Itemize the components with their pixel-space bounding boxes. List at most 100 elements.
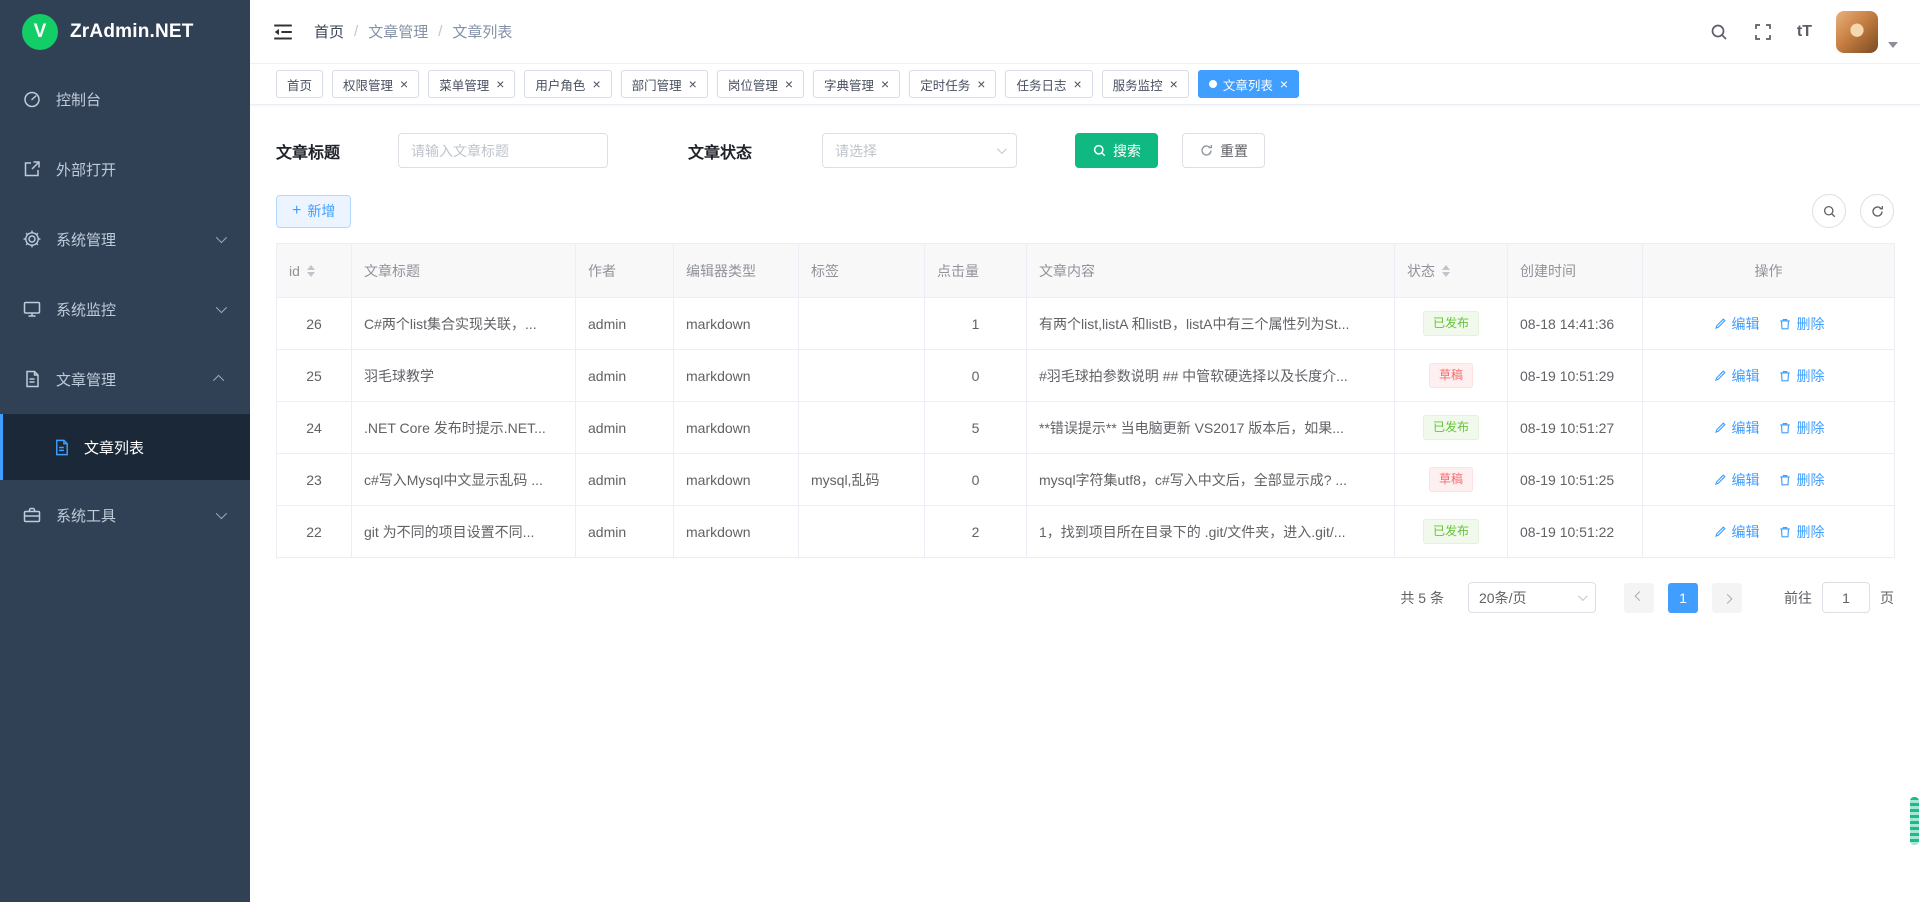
sidebar-item-article-list[interactable]: 文章列表 [0,414,250,480]
cell-tags [799,506,925,558]
sidebar-fold-icon[interactable] [272,21,294,43]
toggle-search-button[interactable] [1812,194,1846,228]
edit-button[interactable]: 编辑 [1713,470,1760,490]
column-header-editor: 编辑器类型 [674,244,799,298]
trash-icon [1778,473,1792,487]
tag-label: 部门管理 [632,75,682,94]
sidebar-item-article-manage[interactable]: 文章管理 [0,344,250,414]
tag-label: 文章列表 [1223,75,1273,94]
sidebar-item-external-open[interactable]: 外部打开 [0,134,250,204]
reset-button[interactable]: 重置 [1182,133,1265,168]
tag-post-manage[interactable]: 岗位管理× [717,70,804,98]
tag-menu-manage[interactable]: 菜单管理× [428,70,515,98]
sort-icon[interactable] [1442,265,1450,277]
edit-icon [1713,473,1727,487]
close-icon[interactable]: × [1170,77,1178,91]
sidebar-item-dashboard[interactable]: 控制台 [0,64,250,134]
close-icon[interactable]: × [400,77,408,91]
tag-cron-task[interactable]: 定时任务× [909,70,996,98]
sort-icon[interactable] [307,265,315,277]
close-icon[interactable]: × [977,77,985,91]
search-icon[interactable] [1709,22,1729,42]
prev-page-button[interactable] [1624,583,1654,613]
cell-actions: 编辑 删除 [1643,298,1895,350]
cell-content: #羽毛球拍参数说明 ## 中管软硬选择以及长度介... [1027,350,1395,402]
cell-editor: markdown [674,350,799,402]
cell-content: 1，找到项目所在目录下的 .git/文件夹，进入.git/... [1027,506,1395,558]
sidebar-item-system-monitor[interactable]: 系统监控 [0,274,250,344]
tag-permission[interactable]: 权限管理× [332,70,419,98]
close-icon[interactable]: × [1073,77,1081,91]
chevron-down-icon [997,144,1007,154]
edit-button[interactable]: 编辑 [1713,418,1760,438]
sidebar-item-system-tools[interactable]: 系统工具 [0,480,250,550]
column-header-author: 作者 [576,244,674,298]
column-header-actions: 操作 [1643,244,1895,298]
goto-page-input[interactable] [1822,582,1870,613]
article-title-input[interactable] [398,133,608,168]
chevron-down-icon [1578,591,1588,601]
page-size-select[interactable]: 20条/页 [1468,582,1596,613]
delete-button[interactable]: 删除 [1778,418,1825,438]
breadcrumb-separator: / [354,23,358,40]
search-button[interactable]: 搜索 [1075,133,1158,168]
tag-dept-manage[interactable]: 部门管理 × [621,70,708,98]
add-button[interactable]: + 新增 [276,195,351,228]
plus-icon: + [292,203,301,219]
page-number-button[interactable]: 1 [1668,583,1698,613]
edit-button[interactable]: 编辑 [1713,522,1760,542]
app-title: ZrAdmin.NET [70,21,194,43]
tag-service-monitor[interactable]: 服务监控× [1102,70,1189,98]
cell-hits: 5 [925,402,1027,454]
article-status-select[interactable]: 请选择 [822,133,1017,168]
fullscreen-icon[interactable] [1753,22,1773,42]
tag-home[interactable]: 首页 [276,70,323,98]
cell-editor: markdown [674,454,799,506]
close-icon[interactable]: × [592,77,600,91]
document-icon [22,369,42,389]
breadcrumb: 首页 / 文章管理 / 文章列表 [314,21,512,42]
tag-task-log[interactable]: 任务日志× [1005,70,1092,98]
table-header-row: id 文章标题 作者 编辑器类型 标签 点击量 文章内容 状态 创建时间 操作 [277,244,1895,298]
cell-title: c#写入Mysql中文显示乱码 ... [352,454,576,506]
cell-status: 草稿 [1395,350,1508,402]
delete-button[interactable]: 删除 [1778,470,1825,490]
scrollbar-thumb[interactable] [1910,797,1919,845]
close-icon[interactable]: × [496,77,504,91]
sidebar-item-label: 系统监控 [56,299,216,320]
edit-button[interactable]: 编辑 [1713,314,1760,334]
cell-hits: 2 [925,506,1027,558]
breadcrumb-item[interactable]: 首页 [314,21,344,42]
close-icon[interactable]: × [689,77,697,91]
delete-button[interactable]: 删除 [1778,366,1825,386]
sidebar-item-system-manage[interactable]: 系统管理 [0,204,250,274]
tag-dict-manage[interactable]: 字典管理× [813,70,900,98]
table-row: 23 c#写入Mysql中文显示乱码 ... admin markdown my… [277,454,1895,506]
trash-icon [1778,525,1792,539]
status-badge: 已发布 [1423,415,1479,440]
close-icon[interactable]: × [785,77,793,91]
cell-content: 有两个list,listA 和listB，listA中有三个属性列为St... [1027,298,1395,350]
delete-button[interactable]: 删除 [1778,314,1825,334]
user-menu-caret-icon[interactable] [1888,42,1898,48]
close-icon[interactable]: × [1280,77,1288,91]
column-header-hits: 点击量 [925,244,1027,298]
delete-button[interactable]: 删除 [1778,522,1825,542]
user-avatar[interactable] [1836,11,1878,53]
font-size-icon[interactable]: tT [1797,24,1812,40]
close-icon[interactable]: × [881,77,889,91]
next-page-button[interactable] [1712,583,1742,613]
top-header: 首页 / 文章管理 / 文章列表 tT [250,0,1920,64]
tag-article-list[interactable]: 文章列表 × [1198,70,1299,98]
cell-created: 08-19 10:51:29 [1508,350,1643,402]
cell-id: 24 [277,402,352,454]
cell-id: 22 [277,506,352,558]
document-icon [52,438,71,457]
edit-button[interactable]: 编辑 [1713,366,1760,386]
tag-user-role[interactable]: 用户角色× [524,70,611,98]
breadcrumb-item[interactable]: 文章管理 [368,21,428,42]
refresh-table-button[interactable] [1860,194,1894,228]
cell-author: admin [576,454,674,506]
cell-status: 已发布 [1395,402,1508,454]
cell-created: 08-19 10:51:22 [1508,506,1643,558]
